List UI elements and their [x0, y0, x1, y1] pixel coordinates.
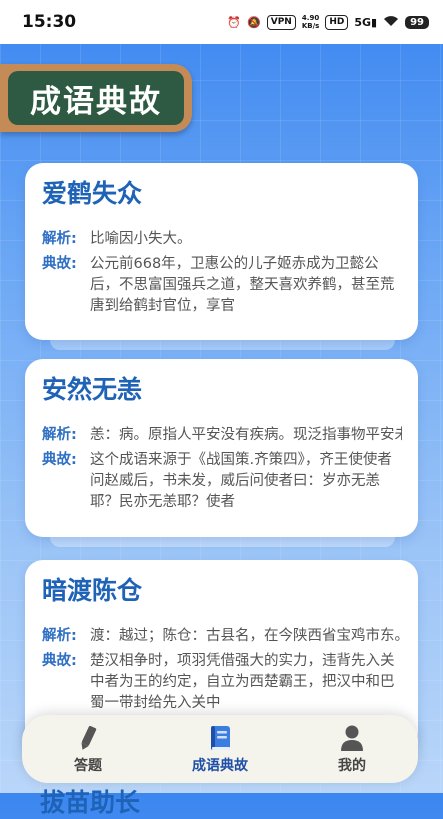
status-bar: 15:30 ⏰ 🔕 VPN 4.90 KB/s HD 5G▮ 99 [0, 0, 443, 44]
story-row: 典故: 这个成语来源于《战国策.齐策四》，齐王使使者问赵威后，书未发，威后问使者… [42, 450, 402, 513]
meaning-label: 解析: [42, 427, 77, 443]
meaning-label: 解析: [42, 231, 77, 247]
idiom-card[interactable]: 安然无恙 解析: 恙：病。原指人平安没有疾病。现泛指事物平安未遭损害。 典故: … [25, 359, 418, 537]
story-row: 典故: 楚汉相争时，项羽凭借强大的实力，违背先入关中者为王的约定，自立为西楚霸王… [42, 651, 402, 714]
battery-icon: 99 [405, 15, 429, 29]
idiom-title: 暗渡陈仓 [42, 576, 143, 605]
next-idiom-title-peek: 拔苗助长 [40, 788, 141, 817]
nav-label: 成语典故 [192, 758, 248, 774]
mute-icon: 🔕 [247, 15, 261, 29]
nav-item-mine[interactable]: 我的 [297, 723, 407, 775]
status-time: 15:30 [22, 12, 77, 32]
meaning-row: 解析: 比喻因小失大。 [42, 229, 402, 250]
meaning-row: 解析: 恙：病。原指人平安没有疾病。现泛指事物平安未遭损害。 [42, 425, 402, 446]
meaning-row: 解析: 渡：越过；陈仓：古县名，在今陕西省宝鸡市东。 [42, 626, 402, 647]
story-text: 这个成语来源于《战国策.齐策四》，齐王使使者问赵威后，书未发，威后问使者曰：岁亦… [90, 452, 392, 510]
meaning-text: 渡：越过；陈仓：古县名，在今陕西省宝鸡市东。 [90, 628, 402, 644]
story-label: 典故: [42, 256, 77, 272]
meaning-text: 恙：病。原指人平安没有疾病。现泛指事物平安未遭损害。 [90, 427, 402, 443]
story-text: 公元前668年，卫惠公的儿子姬赤成为卫懿公后，不思富国强兵之道，整天喜欢养鹤，甚… [90, 256, 395, 314]
signal-icon: 5G▮ [354, 15, 378, 29]
bottom-nav: 答题 成语典故 我的 [22, 715, 418, 783]
vpn-badge: VPN [266, 14, 296, 30]
header-board: 成语典故 [0, 64, 192, 132]
network-speed: 4.90 KB/s [301, 14, 320, 30]
pencil-icon [81, 725, 97, 750]
idiom-card[interactable]: 爱鹤失众 解析: 比喻因小失大。 典故: 公元前668年，卫惠公的儿子姬赤成为卫… [25, 163, 418, 340]
hd-badge: HD [325, 14, 349, 30]
card-shadow [50, 340, 395, 350]
idiom-title: 安然无恙 [42, 375, 143, 404]
story-label: 典故: [42, 653, 77, 669]
wifi-icon [383, 15, 399, 30]
idiom-title: 爱鹤失众 [42, 179, 143, 208]
nav-label: 答题 [74, 758, 102, 774]
meaning-label: 解析: [42, 628, 77, 644]
nav-label: 我的 [338, 758, 366, 774]
nav-item-idiom-stories[interactable]: 成语典故 [165, 723, 275, 775]
story-text: 楚汉相争时，项羽凭借强大的实力，违背先入关中者为王的约定，自立为西楚霸王，把汉中… [90, 653, 395, 711]
alarm-icon: ⏰ [227, 15, 242, 29]
book-icon [211, 726, 230, 750]
meaning-text: 比喻因小失大。 [90, 231, 192, 247]
page-title: 成语典故 [8, 71, 184, 125]
status-icons: ⏰ 🔕 VPN 4.90 KB/s HD 5G▮ 99 [227, 14, 429, 30]
story-row: 典故: 公元前668年，卫惠公的儿子姬赤成为卫懿公后，不思富国强兵之道，整天喜欢… [42, 254, 402, 317]
nav-item-quiz[interactable]: 答题 [33, 723, 143, 775]
user-icon [341, 725, 363, 751]
story-label: 典故: [42, 452, 77, 468]
card-shadow [50, 537, 395, 547]
